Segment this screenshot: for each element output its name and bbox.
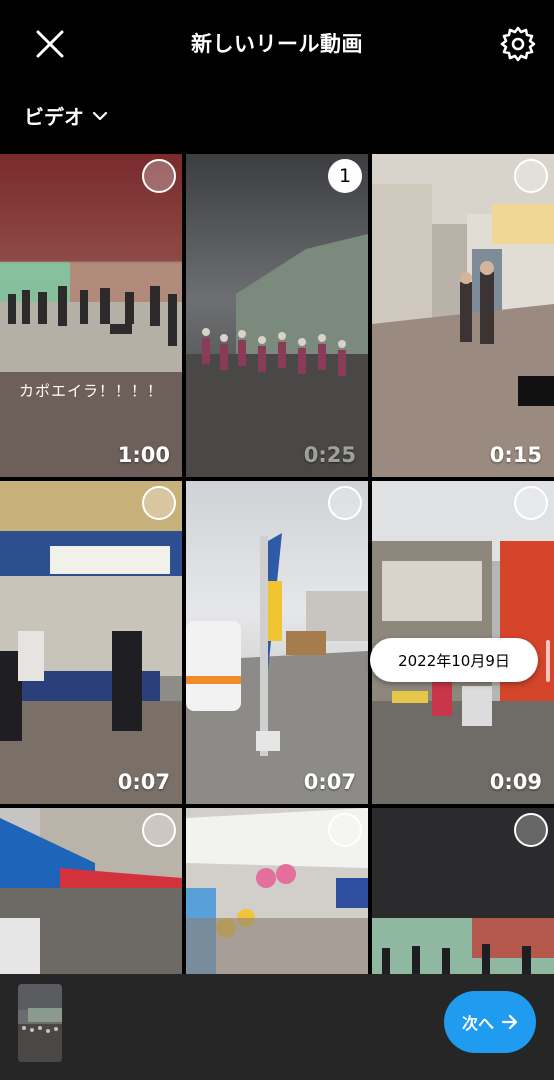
- selected-clip-thumbnail[interactable]: [18, 984, 62, 1062]
- video-duration: 0:07: [303, 770, 356, 794]
- video-duration: 0:15: [489, 443, 542, 467]
- video-thumbnail: [0, 481, 182, 804]
- video-tile[interactable]: [0, 808, 182, 974]
- select-circle[interactable]: [514, 486, 548, 520]
- video-thumbnail: [0, 154, 182, 477]
- select-circle[interactable]: [328, 813, 362, 847]
- bottom-bar: 次へ: [0, 974, 554, 1080]
- page-title: 新しいリール動画: [191, 32, 363, 56]
- video-tile[interactable]: 0:07: [186, 481, 368, 804]
- video-duration: 0:25: [303, 443, 356, 467]
- top-bar: 新しいリール動画: [0, 0, 554, 86]
- selected-clip-image: [18, 984, 62, 1062]
- video-thumbnail: [186, 481, 368, 804]
- select-circle[interactable]: [328, 486, 362, 520]
- selection-number-badge[interactable]: 1: [328, 159, 362, 193]
- settings-button[interactable]: [497, 23, 539, 65]
- video-duration: 0:09: [489, 770, 542, 794]
- video-duration: 0:07: [117, 770, 170, 794]
- video-duration: 1:00: [117, 443, 170, 467]
- video-caption: カポエイラ！！！！: [18, 382, 163, 400]
- video-tile[interactable]: 0:07: [0, 481, 182, 804]
- date-indicator: 2022年10月9日: [370, 638, 538, 682]
- video-thumbnail: [186, 154, 368, 477]
- next-label: 次へ: [461, 1014, 494, 1033]
- select-circle[interactable]: [142, 486, 176, 520]
- media-source-selector[interactable]: ビデオ: [24, 100, 108, 130]
- video-grid: カポエイラ！！！！ 1:00 1 0:25 0:15 0:07 0:07 0:0…: [0, 154, 554, 974]
- video-tile[interactable]: [186, 808, 368, 974]
- select-circle[interactable]: [142, 813, 176, 847]
- video-thumbnail: [372, 154, 554, 477]
- media-source-label: ビデオ: [24, 104, 84, 129]
- scrollbar-thumb[interactable]: [546, 640, 550, 682]
- gear-icon: [500, 26, 536, 62]
- select-circle[interactable]: [514, 159, 548, 193]
- video-tile[interactable]: [372, 808, 554, 974]
- video-tile[interactable]: 0:15: [372, 154, 554, 477]
- next-button[interactable]: 次へ: [444, 991, 536, 1053]
- select-circle[interactable]: [142, 159, 176, 193]
- chevron-down-icon: [92, 111, 108, 121]
- arrow-right-icon: [502, 1015, 518, 1029]
- select-circle[interactable]: [514, 813, 548, 847]
- video-tile[interactable]: カポエイラ！！！！ 1:00: [0, 154, 182, 477]
- video-tile[interactable]: 1 0:25: [186, 154, 368, 477]
